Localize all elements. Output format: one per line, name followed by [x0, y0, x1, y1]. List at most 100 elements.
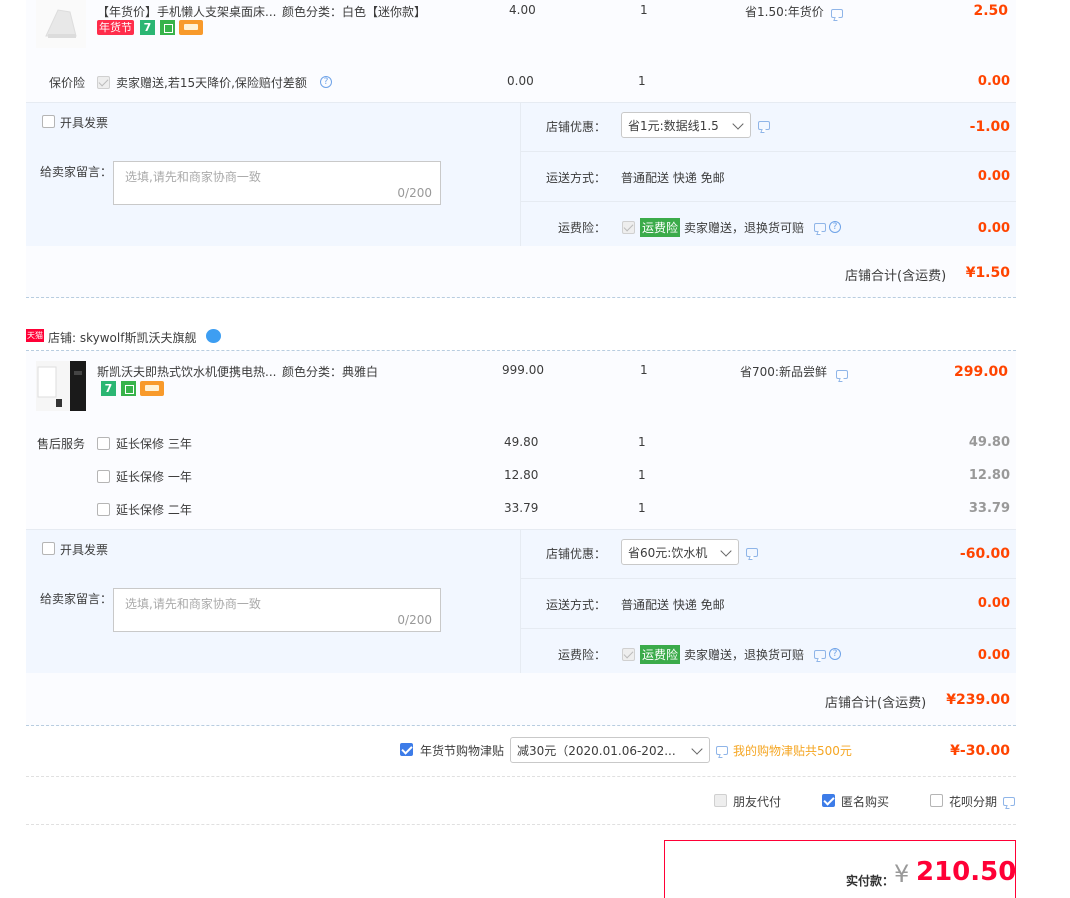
service-qty: 1 [638, 501, 646, 515]
product-thumbnail-water-dispenser[interactable] [36, 361, 86, 411]
phone-stand-image [36, 0, 86, 48]
product-subtotal: 2.50 [973, 3, 1008, 19]
message-icon[interactable] [758, 121, 770, 130]
coupon-amount: -60.00 [959, 546, 1010, 562]
service-checkbox[interactable] [97, 437, 110, 450]
service-subtotal: 49.80 [968, 435, 1010, 450]
invoice-label: 开具发票 [60, 116, 109, 130]
divider [521, 628, 1016, 629]
message-counter: 0/200 [397, 613, 432, 627]
service-option: 延长保修 一年 [116, 470, 192, 484]
divider [521, 151, 1016, 152]
message-icon[interactable] [1003, 797, 1015, 806]
product-qty: 1 [640, 3, 648, 17]
huabei-checkbox[interactable] [930, 794, 943, 807]
friend-pay-checkbox[interactable] [714, 794, 727, 807]
insurance-checkbox[interactable] [97, 76, 110, 89]
service-option: 延长保修 二年 [116, 503, 192, 517]
coupon-label: 店铺优惠： [546, 547, 607, 561]
coupon-value: 省60元:饮水机 [628, 546, 708, 560]
message-label: 给卖家留言： [40, 165, 113, 179]
shipping-amount: 0.00 [977, 169, 1010, 184]
guarantee-icon [121, 381, 136, 396]
huabei-label: 花呗分期 [949, 795, 998, 809]
invoice-checkbox[interactable] [42, 542, 55, 555]
freight-text: 卖家赠送，退换货可赔 [684, 221, 805, 235]
product-attr: 颜色分类：白色【迷你款】 [282, 5, 427, 19]
subsidy-value: 减30元（2020.01.06-202... [517, 744, 676, 758]
product-thumbnail-phone-stand[interactable] [36, 0, 86, 48]
shipping-label: 运送方式： [546, 171, 607, 185]
divider [520, 102, 521, 246]
service-checkbox[interactable] [97, 470, 110, 483]
service-checkbox[interactable] [97, 503, 110, 516]
message-label: 给卖家留言： [40, 592, 113, 606]
help-icon[interactable]: ? [829, 221, 841, 233]
message-icon[interactable] [831, 9, 843, 18]
message-icon[interactable] [814, 650, 826, 659]
service-qty: 1 [638, 435, 646, 449]
insurance-subtotal: 0.00 [977, 74, 1010, 89]
message-icon[interactable] [836, 370, 848, 379]
divider [26, 102, 1016, 103]
product-discount: 省700:新品尝鲜 [740, 365, 827, 379]
message-icon[interactable] [746, 548, 758, 557]
card-payment-icon [179, 20, 203, 35]
freight-tag: 运费险 [640, 645, 681, 664]
divider [26, 529, 1016, 530]
message-counter: 0/200 [397, 186, 432, 200]
insurance-text: 卖家赠送,若15天降价,保险赔付差额 [116, 76, 307, 90]
anonymous-checkbox[interactable] [822, 794, 835, 807]
product-price: 4.00 [509, 3, 536, 17]
store-total-amount: ¥239.00 [946, 692, 1010, 708]
help-icon[interactable]: ? [320, 76, 332, 88]
store-total-amount: ¥1.50 [965, 265, 1010, 281]
subsidy-checkbox[interactable] [400, 743, 413, 756]
shipping-value: 普通配送 快递 免邮 [621, 171, 725, 185]
seven-day-return-icon: 7 [140, 20, 155, 35]
service-subtotal: 12.80 [968, 468, 1010, 483]
insurance-qty: 1 [638, 74, 646, 88]
subsidy-select[interactable]: 减30元（2020.01.06-202... [510, 737, 710, 763]
service-price: 12.80 [504, 468, 539, 482]
freight-label: 运费险： [558, 221, 607, 235]
store-name[interactable]: 店铺: skywolf斯凯沃夫旗舰 [48, 329, 196, 346]
message-icon[interactable] [716, 746, 728, 755]
product-discount: 省1.50:年货价 [745, 5, 824, 19]
tmall-icon: 天猫 [26, 329, 44, 342]
store-total-label: 店铺合计(含运费) [845, 269, 947, 284]
help-icon[interactable]: ? [829, 648, 841, 660]
service-subtotal: 33.79 [968, 501, 1010, 516]
chat-icon[interactable] [206, 329, 221, 343]
friend-pay-label: 朋友代付 [733, 795, 782, 809]
chevron-down-icon [691, 743, 703, 755]
divider [520, 529, 521, 673]
divider [26, 776, 1016, 777]
shipping-label: 运送方式： [546, 598, 607, 612]
freight-checkbox[interactable] [622, 221, 635, 234]
invoice-checkbox[interactable] [42, 115, 55, 128]
service-option: 延长保修 三年 [116, 437, 192, 451]
product-title[interactable]: 【年货价】手机懒人支架桌面床... [97, 3, 276, 20]
subsidy-amount: ¥-30.00 [950, 743, 1010, 759]
message-placeholder: 选填,请先和商家协商一致 [125, 597, 261, 611]
freight-checkbox[interactable] [622, 648, 635, 661]
product-price: 999.00 [502, 363, 544, 377]
coupon-select[interactable]: 省60元:饮水机 [621, 539, 739, 565]
payment-label: 实付款： [846, 874, 895, 888]
coupon-select[interactable]: 省1元:数据线1.5 [621, 112, 751, 138]
service-qty: 1 [638, 468, 646, 482]
seven-day-return-icon: 7 [101, 381, 116, 396]
message-placeholder: 选填,请先和商家协商一致 [125, 170, 261, 184]
message-icon[interactable] [814, 223, 826, 232]
insurance-price: 0.00 [507, 74, 534, 88]
coupon-amount: -1.00 [969, 119, 1010, 135]
message-textarea[interactable]: 选填,请先和商家协商一致 0/200 [113, 161, 441, 205]
divider [26, 297, 1016, 298]
divider [26, 824, 1016, 825]
freight-tag: 运费险 [640, 218, 681, 237]
message-textarea[interactable]: 选填,请先和商家协商一致 0/200 [113, 588, 441, 632]
product-title[interactable]: 斯凯沃夫即热式饮水机便携电热... [97, 363, 276, 380]
invoice-label: 开具发票 [60, 543, 109, 557]
product-attr: 颜色分类：典雅白 [282, 365, 379, 379]
